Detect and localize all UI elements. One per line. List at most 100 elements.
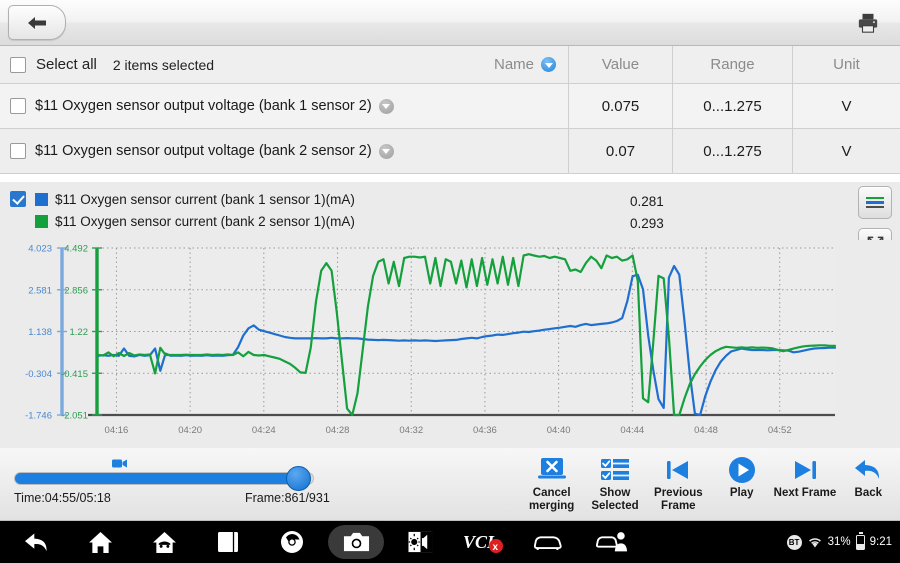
display-settings-icon xyxy=(407,531,433,553)
playback-time-label: Time:04:55/05:18 xyxy=(14,491,111,505)
series-list-icon xyxy=(866,194,884,210)
row-checkbox[interactable] xyxy=(10,143,26,159)
row-value: 0.075 xyxy=(601,97,640,115)
browser-icon xyxy=(281,531,303,553)
row-unit: V xyxy=(841,142,852,160)
home-icon xyxy=(88,531,112,553)
battery-percent-label: 31% xyxy=(827,536,851,548)
nav-display-settings-button[interactable] xyxy=(392,525,448,559)
clock-label: 9:21 xyxy=(869,536,892,548)
svg-text:04:48: 04:48 xyxy=(694,425,718,436)
back-button[interactable]: Back xyxy=(837,452,900,520)
header-back-button[interactable] xyxy=(8,5,66,40)
row-range-cell: 0...1.275 xyxy=(672,84,792,128)
previous-frame-button[interactable]: Previous Frame xyxy=(647,452,710,520)
playback-progress-fill xyxy=(15,473,290,484)
nav-browser-button[interactable] xyxy=(264,525,320,559)
android-home-icon xyxy=(152,531,176,553)
nav-vehicle-button[interactable] xyxy=(520,525,576,559)
svg-text:04:16: 04:16 xyxy=(105,425,129,436)
svg-text:1.138: 1.138 xyxy=(28,327,52,338)
vci-icon: VCI x xyxy=(463,532,503,553)
playback-progress-track[interactable] xyxy=(14,472,314,485)
legend-color-swatch-series-2 xyxy=(35,214,48,228)
graph-row-checkbox[interactable] xyxy=(10,191,26,207)
top-toolbar xyxy=(0,0,900,46)
nav-back-button[interactable] xyxy=(8,525,64,559)
vehicle-icon xyxy=(533,536,562,550)
battery-icon xyxy=(855,532,865,550)
row-checkbox[interactable] xyxy=(10,98,26,114)
table-row[interactable]: $11 Oxygen sensor output voltage (bank 1… xyxy=(0,84,900,129)
svg-text:04:28: 04:28 xyxy=(326,425,350,436)
svg-text:2.581: 2.581 xyxy=(28,285,52,296)
row-expand-chevron-down-icon[interactable] xyxy=(378,143,394,159)
svg-text:04:52: 04:52 xyxy=(768,425,792,436)
svg-text:04:44: 04:44 xyxy=(620,425,644,436)
svg-text:-1.746: -1.746 xyxy=(25,411,52,422)
nav-recent-apps-button[interactable] xyxy=(200,525,256,559)
row-range-cell: 0...1.275 xyxy=(672,129,792,173)
next-frame-icon xyxy=(790,455,820,485)
show-selected-label: Show Selected xyxy=(591,487,639,512)
select-all-checkbox[interactable] xyxy=(10,56,26,73)
datastream-table: Select all 2 items selected Name Value R… xyxy=(0,46,900,174)
nav-home-button[interactable] xyxy=(72,525,128,559)
legend-value-series-1: 0.281 xyxy=(630,194,664,209)
cancel-merging-label: Cancel merging xyxy=(528,487,575,512)
nav-android-home-button[interactable] xyxy=(136,525,192,559)
column-header-name[interactable]: Name xyxy=(494,56,534,73)
nav-camera-button[interactable] xyxy=(328,525,384,559)
legend-label-series-2: $11 Oxygen sensor current (bank 2 sensor… xyxy=(55,213,355,229)
row-range: 0...1.275 xyxy=(703,142,762,160)
header-name-cell: Select all 2 items selected Name xyxy=(0,46,568,83)
back-label: Back xyxy=(854,487,883,499)
select-all-label: Select all xyxy=(36,56,97,73)
row-value-cell: 0.07 xyxy=(568,129,672,173)
row-value: 0.07 xyxy=(605,142,636,160)
row-name-cell: $11 Oxygen sensor output voltage (bank 1… xyxy=(0,84,568,128)
row-name-label: $11 Oxygen sensor output voltage (bank 1… xyxy=(35,98,372,114)
playback-slider-knob[interactable] xyxy=(286,466,311,491)
bluetooth-icon: BT xyxy=(786,534,802,550)
recent-apps-icon xyxy=(218,532,238,552)
sort-direction-icon[interactable] xyxy=(541,57,556,72)
graph-plot-area[interactable]: 04:16 04:20 04:24 04:28 04:32 04:36 04:40 04:44… xyxy=(0,240,900,448)
table-row[interactable]: $11 Oxygen sensor output voltage (bank 2… xyxy=(0,129,900,174)
svg-text:04:40: 04:40 xyxy=(547,425,571,436)
camera-icon xyxy=(343,532,369,552)
show-selected-button[interactable]: Show Selected xyxy=(583,452,646,520)
svg-text:-0.415: -0.415 xyxy=(61,369,88,380)
graph-legend: $11 Oxygen sensor current (bank 1 sensor… xyxy=(10,188,710,232)
nav-vci-button[interactable]: VCI x xyxy=(456,525,512,559)
back-arrow-icon xyxy=(28,16,46,29)
row-expand-chevron-down-icon[interactable] xyxy=(378,98,394,114)
column-header-value-cell[interactable]: Value xyxy=(568,46,672,83)
cancel-merging-icon xyxy=(537,455,567,485)
print-button[interactable] xyxy=(854,10,882,36)
series-list-button[interactable] xyxy=(858,186,892,219)
row-range: 0...1.275 xyxy=(703,97,762,115)
row-name-cell: $11 Oxygen sensor output voltage (bank 2… xyxy=(0,129,568,173)
svg-text:4.492: 4.492 xyxy=(64,244,88,255)
column-header-range: Range xyxy=(710,56,755,73)
playback-toolbar: Time:04:55/05:18 Frame:861/931 Cancel mer… xyxy=(0,448,900,521)
row-unit: V xyxy=(841,97,852,115)
play-button[interactable]: Play xyxy=(710,452,773,520)
playback-frame-label: Frame:861/931 xyxy=(245,491,330,505)
legend-row-series-2: $11 Oxygen sensor current (bank 2 sensor… xyxy=(10,210,710,232)
svg-text:2.856: 2.856 xyxy=(64,285,88,296)
column-header-range-cell[interactable]: Range xyxy=(672,46,792,83)
play-icon xyxy=(727,455,757,485)
next-frame-button[interactable]: Next Frame xyxy=(773,452,836,520)
row-unit-cell: V xyxy=(792,84,900,128)
nav-remote-support-button[interactable] xyxy=(584,525,640,559)
back-icon xyxy=(852,455,884,485)
column-header-unit-cell[interactable]: Unit xyxy=(792,46,900,83)
back-arrow-icon xyxy=(25,533,47,552)
legend-label-series-1: $11 Oxygen sensor current (bank 1 sensor… xyxy=(55,191,355,207)
legend-value-series-2: 0.293 xyxy=(630,216,664,231)
cancel-merging-button[interactable]: Cancel merging xyxy=(520,452,583,520)
svg-text:-0.304: -0.304 xyxy=(25,369,52,380)
legend-color-swatch-series-1 xyxy=(35,192,48,206)
